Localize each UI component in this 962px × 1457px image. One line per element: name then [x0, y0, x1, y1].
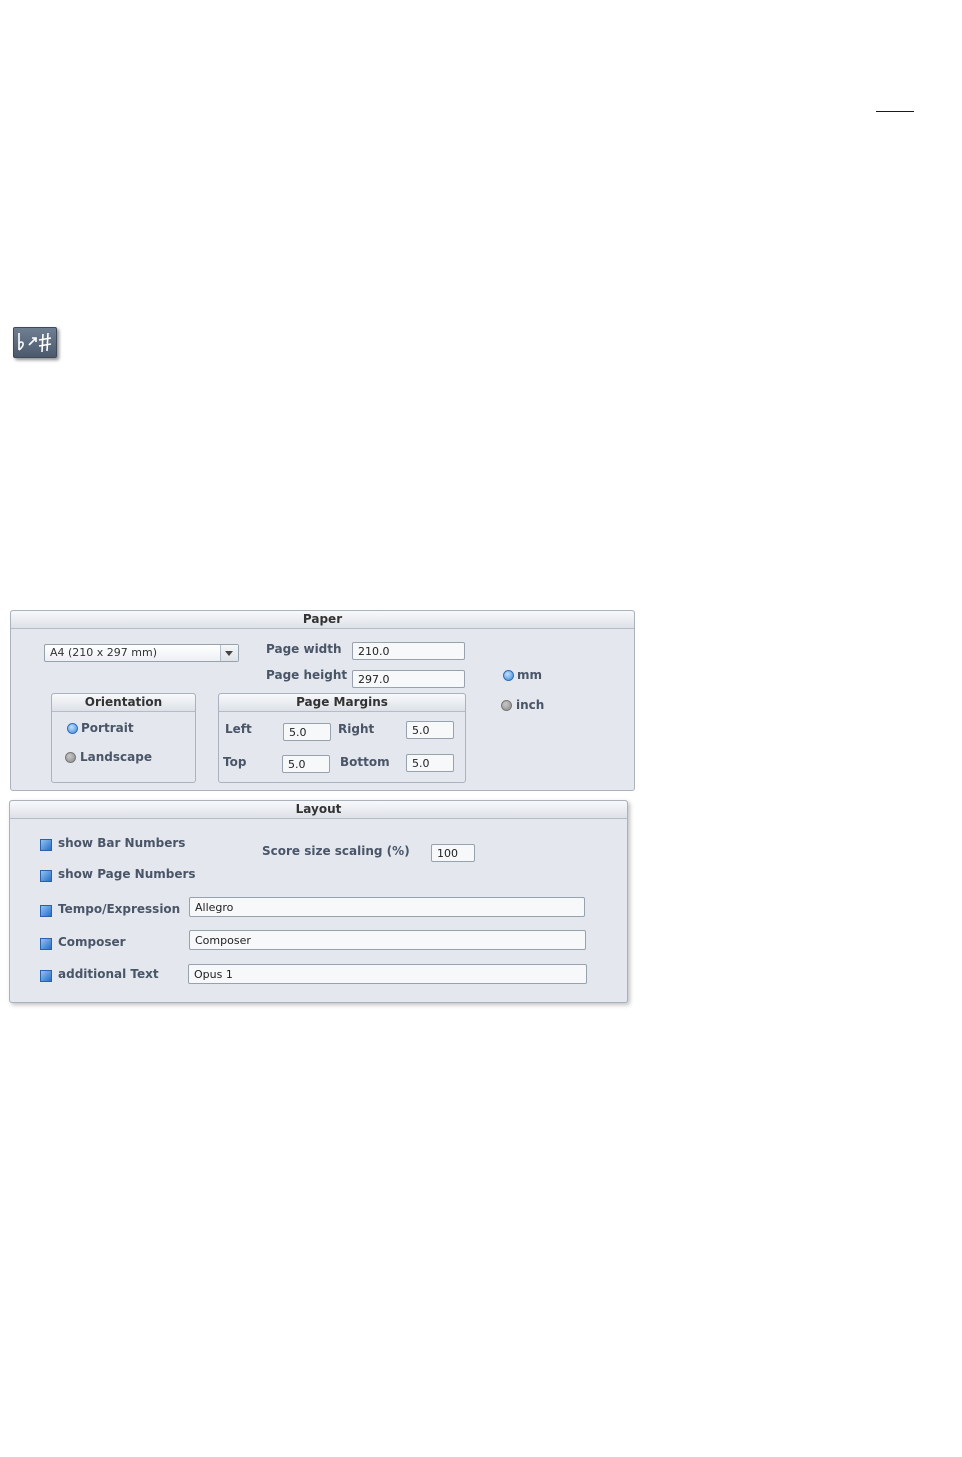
accidental-sharp-flat-icon[interactable] [13, 327, 57, 358]
paper-panel-title: Paper [11, 611, 634, 629]
margin-left-input[interactable] [283, 723, 331, 741]
margin-right-input[interactable] [406, 721, 454, 739]
additional-text-checkbox[interactable] [40, 970, 52, 982]
score-scaling-label: Score size scaling (%) [262, 844, 410, 858]
composer-label: Composer [58, 935, 126, 949]
page-height-input[interactable] [352, 670, 465, 688]
portrait-label: Portrait [81, 721, 134, 735]
paper-panel: Paper A4 (210 x 297 mm) Page width Page … [10, 610, 635, 791]
margin-right-label: Right [338, 722, 375, 736]
landscape-label: Landscape [80, 750, 152, 764]
show-page-numbers-label: show Page Numbers [58, 867, 196, 881]
orientation-group: Orientation Portrait Landscape [51, 693, 196, 783]
tempo-checkbox[interactable] [40, 905, 52, 917]
show-page-numbers-checkbox[interactable] [40, 870, 52, 882]
layout-panel: Layout show Bar Numbers show Page Number… [9, 800, 628, 1003]
margin-left-label: Left [225, 722, 252, 736]
show-bar-numbers-checkbox[interactable] [40, 839, 52, 851]
landscape-radio[interactable] [65, 752, 76, 763]
layout-panel-title: Layout [10, 801, 627, 819]
top-divider-line [876, 111, 914, 112]
margin-bottom-input[interactable] [406, 754, 454, 772]
additional-text-input[interactable] [188, 964, 587, 984]
composer-checkbox[interactable] [40, 938, 52, 950]
margin-bottom-label: Bottom [340, 755, 390, 769]
unit-mm-radio[interactable] [503, 670, 514, 681]
page-margins-group: Page Margins Left Right Top Bottom [218, 693, 466, 783]
additional-text-label: additional Text [58, 967, 159, 981]
tempo-label: Tempo/Expression [58, 902, 181, 916]
paper-size-select[interactable]: A4 (210 x 297 mm) [44, 644, 239, 662]
margin-top-input[interactable] [282, 755, 330, 773]
unit-mm-label: mm [517, 668, 543, 682]
paper-size-value: A4 (210 x 297 mm) [50, 646, 158, 659]
unit-inch-label: inch [516, 698, 545, 712]
margin-top-label: Top [223, 755, 247, 769]
composer-input[interactable] [189, 930, 586, 950]
portrait-radio[interactable] [67, 723, 78, 734]
page-margins-title: Page Margins [219, 694, 465, 712]
page-height-label: Page height [266, 668, 348, 682]
show-bar-numbers-label: show Bar Numbers [58, 836, 186, 850]
unit-inch-radio[interactable] [501, 700, 512, 711]
page-width-label: Page width [266, 642, 342, 656]
chevron-down-icon[interactable] [220, 645, 238, 661]
score-scaling-input[interactable] [431, 844, 475, 862]
orientation-title: Orientation [52, 694, 195, 712]
tempo-input[interactable] [189, 897, 585, 917]
page-width-input[interactable] [352, 642, 465, 660]
